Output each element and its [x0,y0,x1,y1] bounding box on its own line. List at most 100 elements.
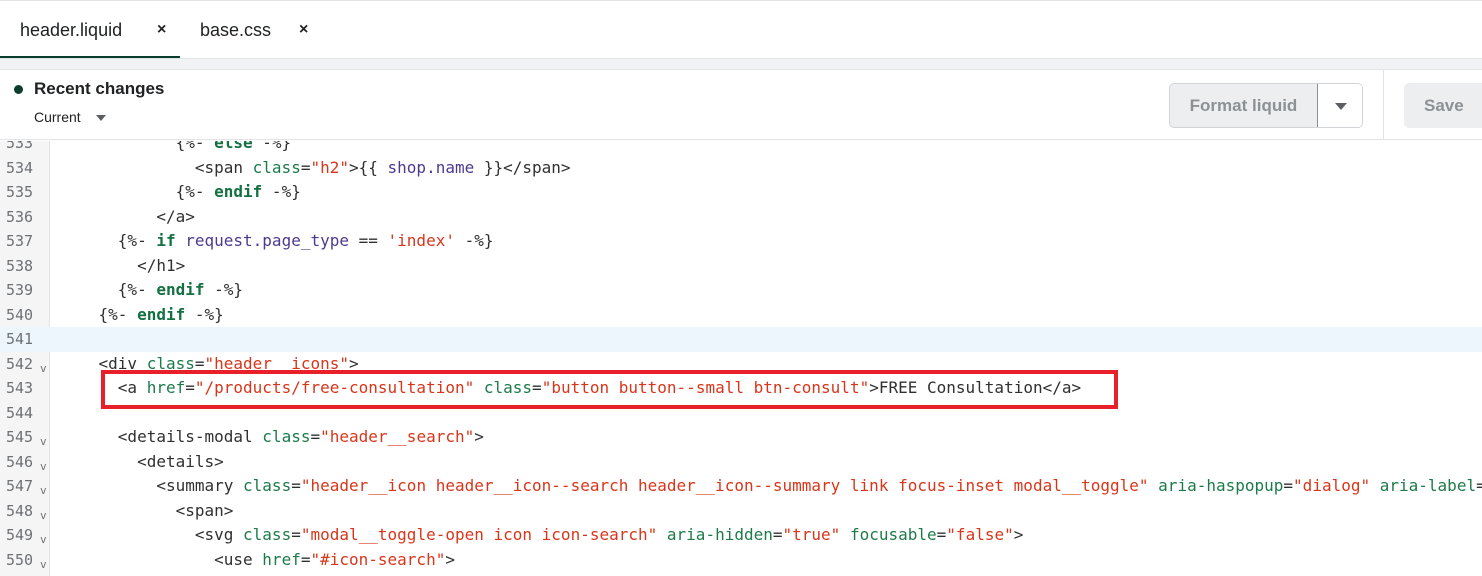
unsaved-dot-icon [14,85,23,94]
code-token: focusable [849,525,937,544]
code-line[interactable]: 550 v <use href="#icon-search"> [0,548,1482,573]
code-token: "header__search" [320,427,475,446]
code-token: }}</span> [474,157,571,177]
code-text: {%- endif -%} [60,303,224,328]
code-line[interactable]: 541 [0,327,1482,352]
code-token: shop.name [387,157,475,177]
code-token: <details> [60,451,224,471]
line-number: 534 [6,158,34,177]
format-options-button[interactable] [1317,84,1362,127]
line-number: 536 [6,207,34,226]
code-line[interactable]: 540 {%- endif -%} [0,303,1482,328]
line-number: 533 [6,141,34,152]
line-number: 541 [6,330,34,348]
close-icon[interactable]: × [157,1,166,59]
tab-label: base.css [200,20,272,40]
code-line[interactable]: 539 {%- endif -%} [0,278,1482,303]
line-number: 539 [6,281,34,299]
code-token: endif [214,182,263,201]
fold-chevron-icon[interactable]: v [40,553,47,576]
code-token: "header__icon header__icon--search heade… [300,476,1149,495]
code-token: else [214,141,253,152]
code-token: endif [156,280,205,299]
code-text: </a> [60,205,195,230]
editor-toolbar: Recent changes Current Format liquid Sav… [0,70,1482,140]
line-number: 543 [6,379,34,397]
code-token: {%- [60,280,157,299]
code-token: > [445,549,455,569]
code-token: -%} [454,231,494,250]
code-token: if [156,231,176,250]
code-token: = [1283,476,1294,495]
code-text: <details> [60,450,224,475]
code-text: {%- if request.page_type == 'index' -%} [60,229,494,254]
code-token: </a> [60,206,195,226]
line-number: 537 [6,232,34,250]
code-text: {%- endif -%} [60,180,301,205]
code-token: </h1> [60,255,186,275]
code-text: <span> [60,499,234,524]
code-token: = [936,525,947,544]
code-token: = [310,427,321,446]
code-text: </h1> [60,254,185,279]
code-token: = [772,525,783,544]
code-token: class [243,525,292,544]
code-token: >{{ [349,157,388,177]
code-token: <summary [60,476,244,495]
line-number: 550 [6,550,34,569]
code-line[interactable]: 537 {%- if request.page_type == 'index' … [0,229,1482,254]
code-token: aria-label [1379,476,1477,495]
code-token: aria-hidden [666,525,773,544]
code-token: {%- [60,304,138,324]
code-line[interactable]: 547 v <summary class="header__icon header… [0,474,1482,499]
code-token: 'index' [387,231,455,250]
code-token: "dialog" [1293,476,1371,495]
code-token: class [252,157,301,177]
code-text: <use href="#icon-search"> [60,548,455,573]
code-token: aria-haspopup [1158,476,1284,495]
code-token: {%- [60,231,157,250]
code-token: "h2" [310,157,349,177]
code-line[interactable]: 548 v <span> [0,499,1482,524]
tab-base-css[interactable]: base.css × [180,1,320,59]
code-line[interactable]: 536 </a> [0,205,1482,230]
code-line[interactable]: 533 {%- else -%} [0,141,1482,156]
code-token: <use [60,549,263,569]
line-number: 546 [6,452,34,471]
line-number: 547 [6,477,34,495]
divider [0,58,1482,70]
close-icon[interactable]: × [299,1,308,59]
code-token: <span> [60,500,234,520]
code-token: request.page_type [185,231,349,250]
code-line[interactable]: 538 </h1> [0,254,1482,279]
code-line[interactable]: 546 v <details> [0,450,1482,475]
code-token: -%} [185,304,224,324]
code-text: <span class="h2">{{ shop.name }}</span> [60,156,571,181]
code-text: {%- else -%} [60,141,292,156]
format-liquid-button[interactable]: Format liquid [1170,84,1317,127]
code-token: = [291,525,301,544]
code-token: class [243,476,292,495]
code-token: {%- [60,141,215,152]
code-line[interactable]: 545 v <details-modal class="header__searc… [0,425,1482,450]
line-number: 549 [6,526,34,544]
code-editor[interactable]: 533 {%- else -%} 534 <span class="h2">{{ … [0,141,1482,576]
tab-label: header.liquid [20,20,123,40]
code-token: -%} [204,280,244,299]
code-token: > [1013,525,1024,544]
divider [1383,70,1384,140]
tab-header-liquid[interactable]: header.liquid × [0,1,180,59]
code-line[interactable]: 534 <span class="h2">{{ shop.name }}</sp… [0,156,1482,181]
code-line[interactable]: 535 {%- endif -%} [0,180,1482,205]
code-token: "true" [782,525,841,544]
code-line[interactable]: 549 v <svg class="modal__toggle-open icon… [0,523,1482,548]
save-button[interactable]: Save [1404,83,1482,128]
code-text: <details-modal class="header__search"> [60,425,484,450]
code-token: -%} [262,182,301,201]
caret-down-icon [96,115,106,121]
file-tabs: header.liquid × base.css × [0,0,1482,59]
line-number: 548 [6,501,34,520]
